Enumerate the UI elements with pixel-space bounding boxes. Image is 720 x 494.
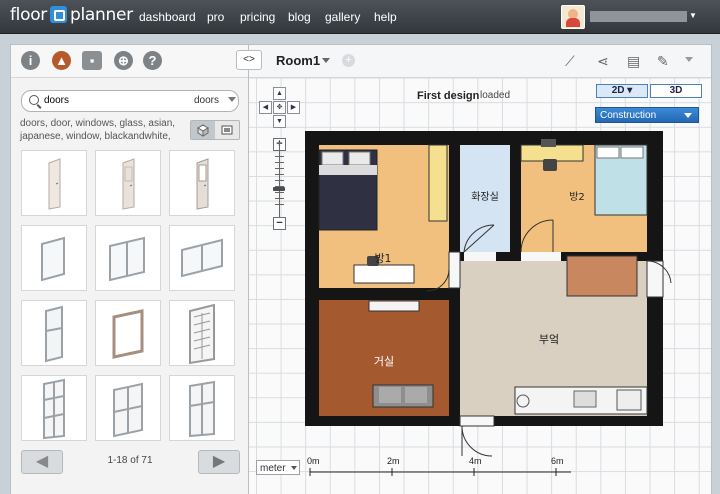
view-2d-button[interactable]: 2D ▾ — [596, 84, 648, 98]
pagination-count: 1-18 of 71 — [107, 455, 153, 466]
floor-plan[interactable]: 방1 화장실 방2 거실 부엌 — [299, 125, 679, 475]
design-canvas[interactable]: Room1 + ⟋ ⋖ ▤ ✎ 2D ▾ 3D Construction Fir… — [248, 44, 712, 494]
chevron-down-icon[interactable] — [685, 57, 693, 62]
photo-icon[interactable]: ▪ — [82, 51, 102, 70]
chevron-down-icon[interactable] — [322, 58, 330, 63]
library-view-toggle[interactable] — [190, 120, 240, 140]
collapse-panel-button[interactable]: <> — [236, 50, 262, 70]
arrow-left-icon: ◀ — [35, 453, 49, 470]
scale-label: 6m — [551, 456, 564, 466]
globe-icon[interactable]: ⊕ — [114, 51, 133, 70]
scale-label: 2m — [387, 456, 400, 466]
view-mode-toggle: 2D ▾ 3D — [596, 84, 702, 98]
logo-text-right: planner — [70, 5, 133, 25]
library-item-window[interactable] — [21, 225, 87, 291]
library-search-box: doors — [21, 90, 239, 112]
pan-left-button[interactable]: ◀ — [259, 101, 272, 114]
view-3d-button[interactable]: 3D — [650, 84, 702, 98]
library-item-door[interactable] — [21, 150, 87, 216]
room-label-bathroom: 화장실 — [471, 191, 499, 203]
user-menu-chevron-icon[interactable]: ▼ — [689, 11, 697, 20]
desk-icon[interactable] — [520, 144, 584, 162]
floorplanner-logo[interactable]: floor planner — [10, 5, 133, 25]
nav-link-pro[interactable]: pro — [207, 10, 224, 24]
logo-text-left: floor — [10, 5, 47, 25]
scale-label: 0m — [307, 456, 320, 466]
prev-page-button[interactable]: ◀ — [21, 450, 63, 474]
library-item-window[interactable] — [169, 225, 235, 291]
print-icon[interactable]: ▤ — [627, 53, 640, 70]
pan-down-button[interactable]: ▼ — [273, 115, 286, 128]
help-icon[interactable]: ? — [143, 51, 162, 70]
room-label-bedroom1: 방1 — [374, 252, 391, 265]
view-3d-icon[interactable] — [191, 121, 215, 139]
arrow-right-icon: ▶ — [212, 453, 226, 470]
door-swing — [461, 425, 493, 457]
info-icon[interactable]: i — [21, 51, 40, 70]
scale-label: 4m — [469, 456, 482, 466]
library-search-input[interactable] — [44, 93, 174, 107]
nav-link-dashboard[interactable]: dashboard — [139, 10, 196, 24]
add-room-button[interactable]: + — [342, 54, 355, 67]
unit-select-label: meter — [260, 463, 286, 474]
view-2d-icon[interactable] — [215, 121, 239, 139]
room-select[interactable]: Room1 — [276, 53, 320, 68]
nav-link-pricing[interactable]: pricing — [240, 10, 275, 24]
share-icon[interactable]: ⋖ — [597, 53, 609, 70]
canvas-toolbar: Room1 + ⟋ ⋖ ▤ ✎ — [249, 45, 711, 78]
nav-link-gallery[interactable]: gallery — [325, 10, 360, 24]
pan-center-button[interactable]: ✥ — [273, 101, 286, 114]
design-status: loaded — [480, 90, 511, 101]
room-label-kitchen: 부엌 — [539, 333, 559, 346]
library-item-window[interactable] — [169, 375, 235, 441]
unit-select[interactable]: meter — [256, 460, 300, 475]
library-item-window[interactable] — [95, 225, 161, 291]
pan-up-button[interactable]: ▲ — [273, 87, 286, 100]
top-nav-bar: floor planner dashboard pro pricing blog … — [0, 0, 720, 34]
pan-right-button[interactable]: ▶ — [287, 101, 300, 114]
zoom-out-button[interactable]: − — [273, 217, 286, 230]
room-label-bedroom2: 방2 — [569, 191, 585, 203]
library-item-door[interactable] — [169, 150, 235, 216]
username-redacted[interactable] — [590, 11, 687, 22]
desk-icon[interactable] — [428, 144, 448, 222]
zoom-slider-ticks — [275, 150, 284, 210]
library-item-window[interactable] — [21, 375, 87, 441]
dining-table-icon[interactable] — [566, 255, 638, 297]
scale-bar — [309, 468, 571, 476]
library-item-window[interactable] — [95, 300, 161, 366]
tv-cabinet-icon[interactable] — [368, 300, 420, 312]
furniture-icon[interactable]: ▲ — [52, 51, 71, 70]
library-item-window[interactable] — [95, 375, 161, 441]
nav-link-help[interactable]: help — [374, 10, 397, 24]
desk-icon[interactable] — [353, 264, 415, 284]
mode-select[interactable]: Construction — [595, 107, 699, 123]
library-item-window[interactable] — [169, 300, 235, 366]
library-item-window[interactable] — [21, 300, 87, 366]
search-tags: doors, door, windows, glass, asian, japa… — [20, 118, 176, 142]
logo-mark-icon — [50, 6, 67, 23]
next-page-button[interactable]: ▶ — [198, 450, 240, 474]
room-label-living: 거실 — [374, 355, 394, 368]
chevron-down-icon[interactable] — [228, 97, 236, 102]
library-panel: i ▲ ▪ ⊕ ? doors doors, door, windows, gl… — [10, 44, 249, 494]
design-title: First design — [417, 90, 480, 102]
zoom-slider-handle[interactable] — [273, 187, 285, 191]
library-toolbar: i ▲ ▪ ⊕ ? — [11, 45, 248, 78]
library-item-door[interactable] — [95, 150, 161, 216]
search-icon — [29, 95, 39, 105]
mode-select-label: Construction — [600, 110, 657, 121]
nav-link-blog[interactable]: blog — [288, 10, 311, 24]
wrench-icon[interactable]: ✎ — [657, 53, 669, 70]
erase-icon[interactable]: ⟋ — [565, 53, 575, 70]
user-avatar[interactable] — [561, 5, 585, 29]
search-category-select[interactable]: doors — [194, 95, 219, 106]
